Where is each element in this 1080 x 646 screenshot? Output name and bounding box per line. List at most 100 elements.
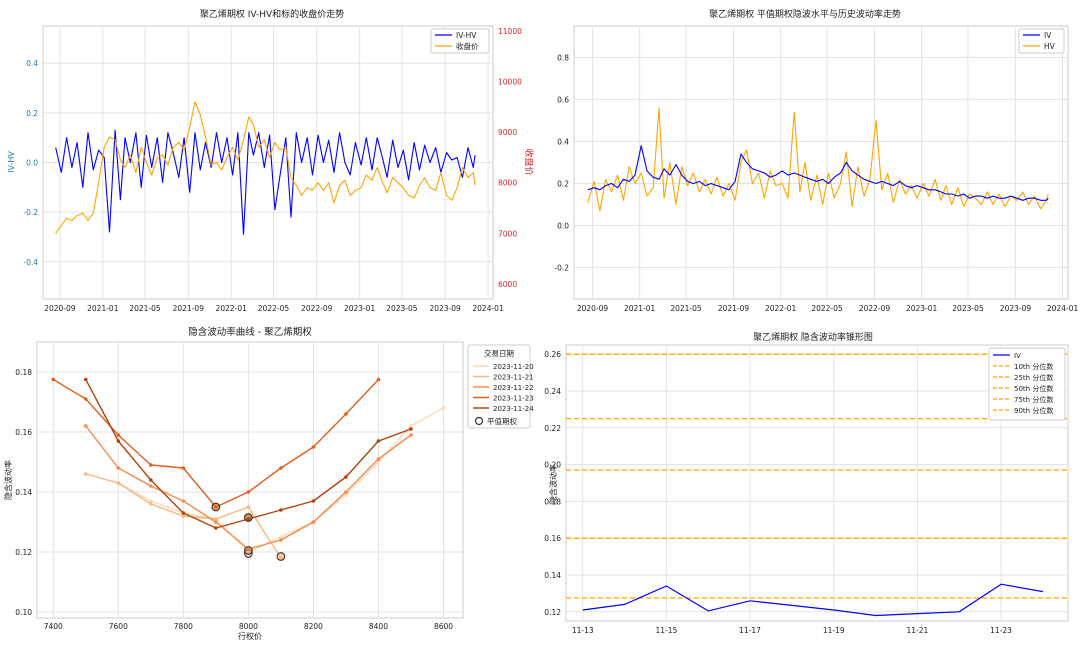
x-tick-label: 2021-05 bbox=[670, 304, 702, 313]
data-point bbox=[376, 439, 381, 443]
x-tick-label: 2023-05 bbox=[952, 304, 984, 313]
x-tick-label: 8600 bbox=[434, 622, 453, 631]
data-point bbox=[116, 466, 121, 470]
x-tick-label: 11-23 bbox=[990, 626, 1012, 635]
legend-entry: 2023-11-22 bbox=[493, 384, 534, 392]
data-point bbox=[83, 397, 88, 401]
data-point bbox=[311, 520, 316, 524]
x-axis-ticks: 7400 7600 7800 8000 8200 8400 8600 bbox=[44, 622, 454, 631]
x-tick-label: 2024-01 bbox=[472, 304, 504, 313]
x-tick-label: 2021-01 bbox=[624, 304, 656, 313]
x-tick-label: 2022-01 bbox=[216, 304, 248, 313]
plot-area bbox=[573, 25, 1069, 300]
x-tick-label: 2022-09 bbox=[859, 304, 891, 313]
y-axis-ticks: -0.4 -0.2 0.0 0.2 0.4 bbox=[23, 59, 38, 267]
legend-entry: 25th 分位数 bbox=[1014, 373, 1053, 382]
y-tick-label: 0.24 bbox=[544, 387, 561, 396]
x-tick-label: 2023-09 bbox=[429, 304, 461, 313]
x-tick-label: 2024-01 bbox=[1047, 304, 1079, 313]
legend-entry: IV bbox=[1044, 31, 1052, 40]
x-axis-label: 行权价 bbox=[238, 631, 262, 641]
data-point bbox=[149, 502, 153, 506]
y-tick-label: -0.2 bbox=[23, 208, 38, 217]
legend-entry: IV-HV bbox=[456, 31, 477, 40]
y-tick-label: 0.14 bbox=[544, 571, 561, 580]
x-tick-label: 2022-09 bbox=[301, 304, 333, 313]
x-tick-label: 2021-05 bbox=[129, 304, 161, 313]
data-point bbox=[279, 538, 283, 542]
y-right-tick-label: 11000 bbox=[498, 27, 522, 36]
y-tick-label: 0.2 bbox=[557, 180, 569, 189]
data-point bbox=[83, 377, 88, 382]
x-tick-label: 11-15 bbox=[656, 626, 678, 635]
y-tick-label: 0.14 bbox=[15, 488, 32, 497]
data-point bbox=[409, 433, 413, 437]
data-point bbox=[83, 424, 88, 428]
y-axis-right-label: 收盘价 bbox=[523, 148, 535, 175]
data-point bbox=[149, 478, 153, 482]
legend: 交易日期 平值期权 2023-11-20 2023-11-21 2023-11-22… bbox=[467, 344, 534, 429]
data-point bbox=[246, 505, 251, 509]
data-point bbox=[51, 377, 56, 382]
y-tick-label: -0.4 bbox=[23, 258, 38, 267]
legend: IV HV bbox=[1018, 28, 1065, 54]
legend-title: 交易日期 bbox=[484, 348, 514, 358]
data-point bbox=[181, 499, 186, 503]
x-tick-label: 2022-01 bbox=[765, 304, 797, 313]
y-axis-label: IV-HV bbox=[7, 151, 16, 173]
data-point bbox=[149, 484, 153, 488]
y-tick-label: 0.16 bbox=[15, 428, 32, 437]
y-tick-label: 0.16 bbox=[544, 534, 561, 543]
data-point bbox=[181, 511, 186, 515]
data-point bbox=[83, 472, 88, 476]
legend-entry: HV bbox=[1044, 42, 1056, 51]
y-right-tick-label: 8000 bbox=[498, 179, 517, 188]
x-tick-label: 7400 bbox=[44, 622, 63, 631]
x-tick-label: 2021-09 bbox=[718, 304, 750, 313]
plot-area bbox=[36, 341, 464, 619]
y-tick-label: 0.10 bbox=[15, 608, 32, 617]
x-axis-ticks: 11-13 11-15 11-17 11-19 11-21 11-23 bbox=[572, 626, 1012, 635]
y-tick-label: 0.6 bbox=[557, 96, 569, 105]
data-point bbox=[214, 526, 218, 530]
y-right-tick-label: 7000 bbox=[498, 229, 517, 238]
data-point bbox=[116, 439, 121, 443]
data-point bbox=[279, 466, 283, 470]
atm-marker bbox=[276, 552, 286, 561]
x-tick-label: 2021-09 bbox=[173, 304, 205, 313]
data-point bbox=[149, 463, 153, 467]
data-point bbox=[116, 481, 121, 485]
x-axis-ticks: 2020-09 2021-01 2021-05 2021-09 2022-01 2022-… bbox=[44, 304, 504, 313]
y-tick-label: 0.12 bbox=[15, 548, 32, 557]
x-tick-label: 11-13 bbox=[572, 626, 594, 635]
x-axis-ticks: 2020-09 2021-01 2021-05 2021-09 2022-01 2022-… bbox=[577, 304, 1079, 313]
chart-title: 聚乙烯期权 平值期权隐波水平与历史波动率走势 bbox=[709, 8, 901, 20]
chart-title: 聚乙烯期权 IV-HV和标的收盘价走势 bbox=[200, 8, 344, 20]
x-tick-label: 8400 bbox=[369, 622, 388, 631]
y-tick-label: 0.22 bbox=[544, 424, 561, 433]
atm-marker bbox=[211, 502, 221, 512]
x-tick-label: 2023-05 bbox=[386, 304, 418, 313]
x-tick-label: 2021-01 bbox=[87, 304, 119, 313]
y-right-tick-label: 10000 bbox=[498, 78, 522, 87]
legend-entry: 10th 分位数 bbox=[1014, 362, 1053, 371]
y-right-tick-label: 6000 bbox=[498, 280, 517, 289]
data-point bbox=[311, 445, 316, 449]
data-point bbox=[116, 433, 121, 437]
atm-marker bbox=[244, 546, 253, 555]
x-tick-label: 7600 bbox=[109, 622, 128, 631]
y-axis-label: 隐含波动率 bbox=[3, 460, 13, 500]
y-tick-label: 0.8 bbox=[557, 54, 569, 63]
x-tick-label: 11-19 bbox=[823, 626, 845, 635]
x-tick-label: 2022-05 bbox=[811, 304, 843, 313]
x-tick-label: 11-17 bbox=[739, 626, 761, 635]
chart-iv-hv-close: 聚乙烯期权 IV-HV和标的收盘价走势 -0.4 -0.2 0.0 0.2 0.4 60… bbox=[7, 8, 535, 313]
legend-entry: 2023-11-24 bbox=[493, 405, 534, 413]
data-point bbox=[344, 475, 348, 479]
data-point bbox=[344, 412, 348, 416]
data-point bbox=[376, 377, 381, 382]
legend-entry: 75th 分位数 bbox=[1014, 395, 1053, 404]
y-tick-label: 0.2 bbox=[26, 109, 38, 118]
y-tick-label: 0.26 bbox=[544, 350, 561, 359]
legend-entry: 90th 分位数 bbox=[1014, 406, 1053, 415]
